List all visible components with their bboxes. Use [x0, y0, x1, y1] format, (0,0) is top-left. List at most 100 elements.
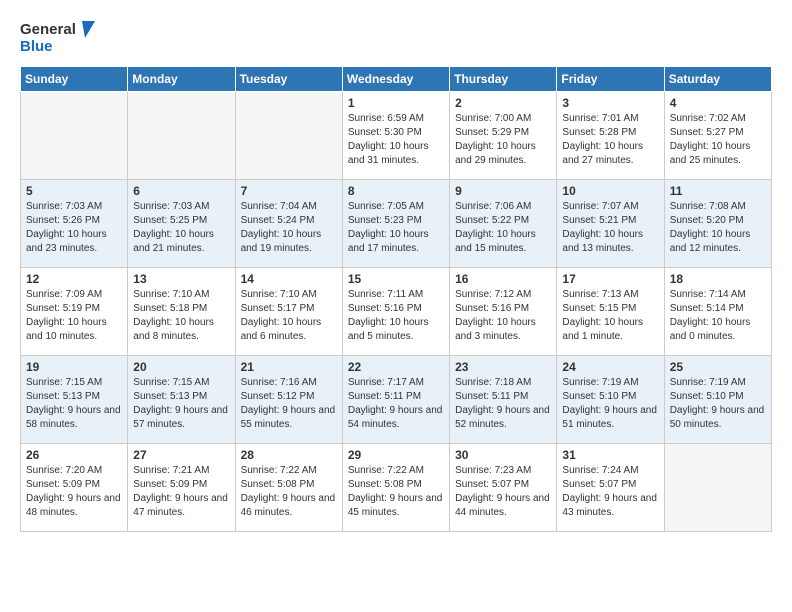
day-cell: 11 Sunrise: 7:08 AMSunset: 5:20 PMDayligh… [664, 180, 771, 268]
day-number: 9 [455, 184, 551, 198]
day-number: 12 [26, 272, 122, 286]
day-number: 26 [26, 448, 122, 462]
day-info: Sunrise: 7:14 AMSunset: 5:14 PMDaylight:… [670, 288, 766, 344]
day-cell: 31 Sunrise: 7:24 AMSunset: 5:07 PMDayligh… [557, 444, 664, 532]
calendar-table: SundayMondayTuesdayWednesdayThursdayFrid… [20, 66, 772, 532]
day-number: 17 [562, 272, 658, 286]
col-header-friday: Friday [557, 67, 664, 92]
day-info: Sunrise: 7:19 AMSunset: 5:10 PMDaylight:… [670, 376, 766, 432]
day-cell: 7 Sunrise: 7:04 AMSunset: 5:24 PMDaylight… [235, 180, 342, 268]
day-number: 15 [348, 272, 444, 286]
day-cell: 19 Sunrise: 7:15 AMSunset: 5:13 PMDayligh… [21, 356, 128, 444]
col-header-tuesday: Tuesday [235, 67, 342, 92]
day-number: 21 [241, 360, 337, 374]
day-info: Sunrise: 7:08 AMSunset: 5:20 PMDaylight:… [670, 200, 766, 256]
day-cell: 27 Sunrise: 7:21 AMSunset: 5:09 PMDayligh… [128, 444, 235, 532]
day-number: 10 [562, 184, 658, 198]
day-cell: 29 Sunrise: 7:22 AMSunset: 5:08 PMDayligh… [342, 444, 449, 532]
day-cell: 26 Sunrise: 7:20 AMSunset: 5:09 PMDayligh… [21, 444, 128, 532]
day-info: Sunrise: 7:19 AMSunset: 5:10 PMDaylight:… [562, 376, 658, 432]
day-info: Sunrise: 7:04 AMSunset: 5:24 PMDaylight:… [241, 200, 337, 256]
day-cell: 2 Sunrise: 7:00 AMSunset: 5:29 PMDaylight… [450, 92, 557, 180]
header-row: SundayMondayTuesdayWednesdayThursdayFrid… [21, 67, 772, 92]
day-number: 16 [455, 272, 551, 286]
svg-text:Blue: Blue [20, 38, 53, 55]
day-cell [235, 92, 342, 180]
day-number: 4 [670, 96, 766, 110]
day-info: Sunrise: 7:22 AMSunset: 5:08 PMDaylight:… [241, 464, 337, 520]
day-cell: 9 Sunrise: 7:06 AMSunset: 5:22 PMDaylight… [450, 180, 557, 268]
day-cell: 25 Sunrise: 7:19 AMSunset: 5:10 PMDayligh… [664, 356, 771, 444]
day-cell: 12 Sunrise: 7:09 AMSunset: 5:19 PMDayligh… [21, 268, 128, 356]
day-cell: 18 Sunrise: 7:14 AMSunset: 5:14 PMDayligh… [664, 268, 771, 356]
day-cell: 30Sunrise: 7:23 AMSunset: 5:07 PMDayligh… [450, 444, 557, 532]
day-info: Sunrise: 7:09 AMSunset: 5:19 PMDaylight:… [26, 288, 122, 344]
day-info: Sunrise: 7:02 AMSunset: 5:27 PMDaylight:… [670, 112, 766, 168]
day-info: Sunrise: 6:59 AMSunset: 5:30 PMDaylight:… [348, 112, 444, 168]
logo-svg: GeneralBlue [20, 16, 100, 56]
day-info: Sunrise: 7:05 AMSunset: 5:23 PMDaylight:… [348, 200, 444, 256]
day-cell: 28 Sunrise: 7:22 AMSunset: 5:08 PMDayligh… [235, 444, 342, 532]
day-cell [664, 444, 771, 532]
svg-text:General: General [20, 21, 76, 38]
col-header-monday: Monday [128, 67, 235, 92]
day-info: Sunrise: 7:15 AMSunset: 5:13 PMDaylight:… [26, 376, 122, 432]
day-info: Sunrise: 7:12 AMSunset: 5:16 PMDaylight:… [455, 288, 551, 344]
header: GeneralBlue [20, 16, 772, 56]
day-number: 22 [348, 360, 444, 374]
day-cell: 15Sunrise: 7:11 AMSunset: 5:16 PMDayligh… [342, 268, 449, 356]
day-number: 30 [455, 448, 551, 462]
day-number: 18 [670, 272, 766, 286]
day-info: Sunrise: 7:18 AMSunset: 5:11 PMDaylight:… [455, 376, 551, 432]
day-cell [128, 92, 235, 180]
col-header-sunday: Sunday [21, 67, 128, 92]
day-number: 28 [241, 448, 337, 462]
day-number: 2 [455, 96, 551, 110]
logo: GeneralBlue [20, 16, 100, 56]
day-cell: 21 Sunrise: 7:16 AMSunset: 5:12 PMDayligh… [235, 356, 342, 444]
day-info: Sunrise: 7:01 AMSunset: 5:28 PMDaylight:… [562, 112, 658, 168]
day-info: Sunrise: 7:13 AMSunset: 5:15 PMDaylight:… [562, 288, 658, 344]
col-header-thursday: Thursday [450, 67, 557, 92]
page: GeneralBlue SundayMondayTuesdayWednesday… [0, 0, 792, 548]
day-cell: 1 Sunrise: 6:59 AMSunset: 5:30 PMDaylight… [342, 92, 449, 180]
day-info: Sunrise: 7:21 AMSunset: 5:09 PMDaylight:… [133, 464, 229, 520]
day-cell: 14Sunrise: 7:10 AMSunset: 5:17 PMDayligh… [235, 268, 342, 356]
day-info: Sunrise: 7:00 AMSunset: 5:29 PMDaylight:… [455, 112, 551, 168]
day-info: Sunrise: 7:22 AMSunset: 5:08 PMDaylight:… [348, 464, 444, 520]
day-number: 13 [133, 272, 229, 286]
day-info: Sunrise: 7:15 AMSunset: 5:13 PMDaylight:… [133, 376, 229, 432]
day-cell: 13 Sunrise: 7:10 AMSunset: 5:18 PMDayligh… [128, 268, 235, 356]
day-number: 7 [241, 184, 337, 198]
day-number: 27 [133, 448, 229, 462]
day-cell: 23Sunrise: 7:18 AMSunset: 5:11 PMDayligh… [450, 356, 557, 444]
day-number: 25 [670, 360, 766, 374]
week-row-5: 26 Sunrise: 7:20 AMSunset: 5:09 PMDayligh… [21, 444, 772, 532]
day-number: 29 [348, 448, 444, 462]
day-number: 5 [26, 184, 122, 198]
day-info: Sunrise: 7:20 AMSunset: 5:09 PMDaylight:… [26, 464, 122, 520]
day-cell: 20Sunrise: 7:15 AMSunset: 5:13 PMDayligh… [128, 356, 235, 444]
day-info: Sunrise: 7:07 AMSunset: 5:21 PMDaylight:… [562, 200, 658, 256]
day-number: 31 [562, 448, 658, 462]
col-header-saturday: Saturday [664, 67, 771, 92]
week-row-3: 12 Sunrise: 7:09 AMSunset: 5:19 PMDayligh… [21, 268, 772, 356]
day-number: 8 [348, 184, 444, 198]
day-info: Sunrise: 7:03 AMSunset: 5:25 PMDaylight:… [133, 200, 229, 256]
day-cell: 8 Sunrise: 7:05 AMSunset: 5:23 PMDaylight… [342, 180, 449, 268]
day-number: 11 [670, 184, 766, 198]
day-info: Sunrise: 7:16 AMSunset: 5:12 PMDaylight:… [241, 376, 337, 432]
day-info: Sunrise: 7:10 AMSunset: 5:18 PMDaylight:… [133, 288, 229, 344]
day-info: Sunrise: 7:17 AMSunset: 5:11 PMDaylight:… [348, 376, 444, 432]
day-cell: 4 Sunrise: 7:02 AMSunset: 5:27 PMDaylight… [664, 92, 771, 180]
day-info: Sunrise: 7:24 AMSunset: 5:07 PMDaylight:… [562, 464, 658, 520]
day-cell: 17 Sunrise: 7:13 AMSunset: 5:15 PMDayligh… [557, 268, 664, 356]
day-info: Sunrise: 7:06 AMSunset: 5:22 PMDaylight:… [455, 200, 551, 256]
day-number: 3 [562, 96, 658, 110]
day-number: 6 [133, 184, 229, 198]
day-cell: 3 Sunrise: 7:01 AMSunset: 5:28 PMDaylight… [557, 92, 664, 180]
day-number: 19 [26, 360, 122, 374]
week-row-2: 5Sunrise: 7:03 AMSunset: 5:26 PMDaylight… [21, 180, 772, 268]
day-number: 1 [348, 96, 444, 110]
day-number: 24 [562, 360, 658, 374]
